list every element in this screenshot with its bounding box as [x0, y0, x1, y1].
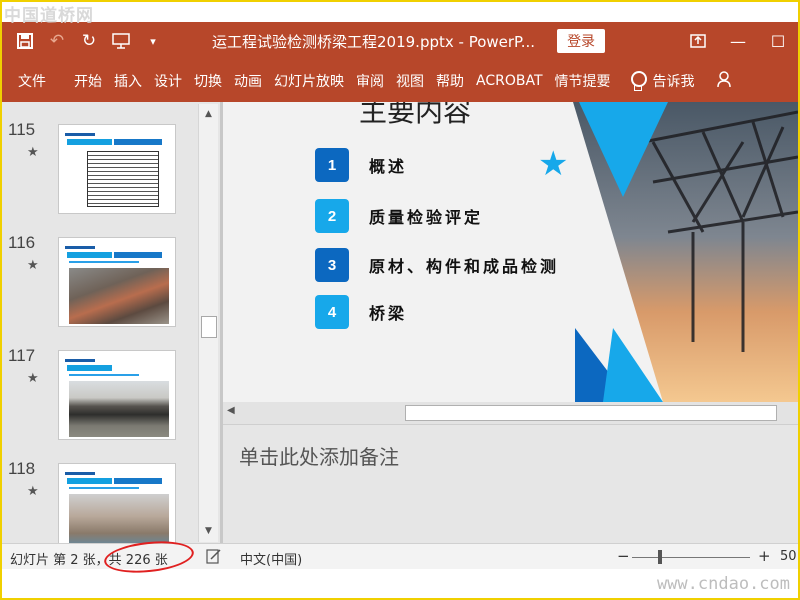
- document-title: 运工程试验检测桥梁工程2019.pptx - PowerP...: [212, 32, 536, 51]
- thumbnail-slide-118[interactable]: 118 ★: [2, 459, 198, 543]
- animation-star-icon: ★: [27, 145, 39, 160]
- language-status[interactable]: 中文(中国): [240, 549, 302, 568]
- content-item-1[interactable]: 1 概述: [315, 148, 407, 182]
- notes-pane[interactable]: 单击此处添加备注: [223, 424, 798, 543]
- window-controls: — ☐: [678, 22, 798, 60]
- thumbnail-slide-115[interactable]: 115 ★: [2, 120, 198, 230]
- item-text: 原材、构件和成品检测: [369, 257, 560, 276]
- thumbnail-slide-116[interactable]: 116 ★: [2, 233, 198, 343]
- tab-animations[interactable]: 动画: [228, 60, 268, 102]
- slide-thumbnail[interactable]: [58, 124, 176, 214]
- animation-star-icon: ★: [27, 258, 39, 273]
- item-text: 质量检验评定: [369, 208, 484, 227]
- title-bar: ↶ ↻ ▾ 运工程试验检测桥梁工程2019.pptx - PowerP... 登…: [2, 22, 798, 60]
- tab-slideshow[interactable]: 幻灯片放映: [268, 60, 350, 102]
- content-item-4[interactable]: 4 桥梁: [315, 295, 407, 329]
- spell-check-icon[interactable]: [206, 549, 222, 568]
- login-button[interactable]: 登录: [557, 29, 606, 53]
- slide-horizontal-scrollbar[interactable]: ◀: [223, 402, 798, 424]
- tab-home[interactable]: 开始: [68, 60, 108, 102]
- save-icon[interactable]: [12, 28, 38, 54]
- tab-acrobat[interactable]: ACROBAT: [470, 60, 549, 102]
- star-icon: ★: [538, 144, 569, 184]
- scroll-up-icon[interactable]: ▲: [199, 106, 218, 122]
- customize-qat-icon[interactable]: ▾: [140, 28, 166, 54]
- content-item-3[interactable]: 3 原材、构件和成品检测: [315, 248, 559, 282]
- tab-file[interactable]: 文件: [2, 60, 68, 102]
- tell-me-box[interactable]: 告诉我: [629, 71, 695, 91]
- tab-review[interactable]: 审阅: [350, 60, 390, 102]
- share-person-icon[interactable]: [716, 71, 731, 91]
- scroll-left-icon[interactable]: ◀: [227, 405, 241, 421]
- thumbnail-scrollbar[interactable]: ▲ ▼: [198, 104, 218, 542]
- tab-insert[interactable]: 插入: [108, 60, 148, 102]
- redo-icon[interactable]: ↻: [76, 28, 102, 54]
- zoom-level[interactable]: 50: [780, 549, 797, 564]
- tab-view[interactable]: 视图: [390, 60, 430, 102]
- scrollbar-thumb[interactable]: [201, 316, 217, 338]
- item-number-badge: 3: [315, 248, 349, 282]
- ribbon-tabs: 文件 开始 插入 设计 切换 动画 幻灯片放映 审阅 视图 帮助 ACROBAT…: [2, 60, 798, 102]
- undo-icon[interactable]: ↶: [44, 28, 70, 54]
- lightbulb-icon: [629, 71, 647, 91]
- item-number-badge: 2: [315, 199, 349, 233]
- animation-star-icon: ★: [27, 484, 39, 499]
- animation-star-icon: ★: [27, 371, 39, 386]
- slide-thumbnail[interactable]: [58, 463, 176, 543]
- slide-number: 116: [8, 233, 36, 252]
- scrollbar-thumb[interactable]: [405, 405, 777, 421]
- watermark-bottom: www.cndao.com: [656, 574, 790, 594]
- slide-thumbnail[interactable]: [58, 350, 176, 440]
- item-number-badge: 4: [315, 295, 349, 329]
- item-text: 桥梁: [369, 304, 408, 323]
- slide-canvas[interactable]: 主要内容 ★ 1 概述 2 质量检验评定 3 原材、构件和成品检测 4 桥梁: [223, 102, 798, 402]
- notes-placeholder[interactable]: 单击此处添加备注: [239, 441, 399, 470]
- slide-thumbnail-pane: 115 ★ 116 ★ 117 ★ 118 ★: [2, 102, 220, 543]
- ribbon-display-options-icon[interactable]: [678, 22, 718, 60]
- tab-transitions[interactable]: 切换: [188, 60, 228, 102]
- slide-number: 118: [8, 459, 36, 478]
- tab-design[interactable]: 设计: [148, 60, 188, 102]
- zoom-in-button[interactable]: +: [758, 547, 771, 565]
- slide-title[interactable]: 主要内容: [359, 102, 471, 130]
- slide-number: 117: [8, 346, 36, 365]
- quick-access-toolbar: ↶ ↻ ▾: [2, 28, 202, 54]
- tell-me-label: 告诉我: [652, 74, 695, 90]
- maximize-icon[interactable]: ☐: [758, 22, 798, 60]
- tab-help[interactable]: 帮助: [430, 60, 470, 102]
- item-text: 概述: [369, 157, 408, 176]
- minimize-icon[interactable]: —: [718, 22, 758, 60]
- start-slideshow-icon[interactable]: [108, 28, 134, 54]
- slide-number: 115: [8, 120, 36, 139]
- item-number-badge: 1: [315, 148, 349, 182]
- tab-storyboarding[interactable]: 情节提要: [549, 60, 617, 102]
- zoom-slider-handle[interactable]: [658, 550, 662, 564]
- thumbnail-slide-117[interactable]: 117 ★: [2, 346, 198, 456]
- zoom-out-button[interactable]: −: [617, 547, 630, 565]
- slide-thumbnail[interactable]: [58, 237, 176, 327]
- content-item-2[interactable]: 2 质量检验评定: [315, 199, 483, 233]
- scroll-down-icon[interactable]: ▼: [199, 523, 218, 539]
- watermark-top: 中国道桥网: [4, 6, 94, 26]
- zoom-slider[interactable]: [632, 557, 750, 558]
